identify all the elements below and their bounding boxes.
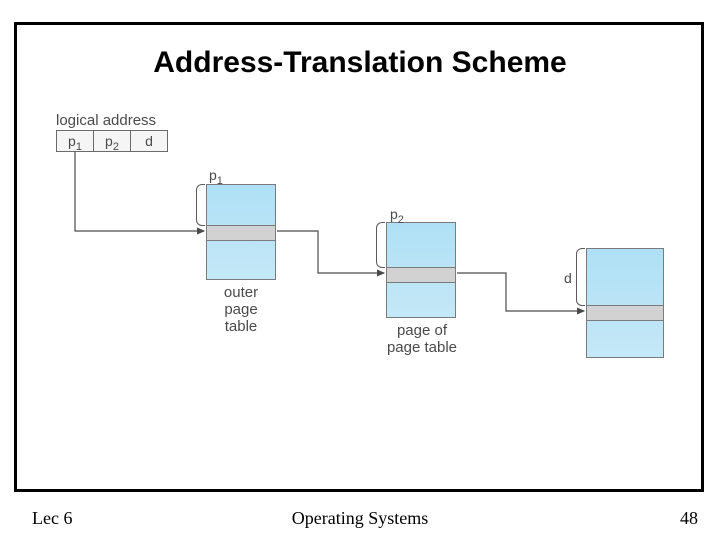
footer-center: Operating Systems	[0, 508, 720, 529]
footer-right: 48	[680, 508, 698, 529]
arrows	[56, 112, 686, 392]
diagram-area: logical address p1 p2 d p1 outer page ta…	[56, 112, 686, 392]
slide-title: Address-Translation Scheme	[0, 46, 720, 80]
